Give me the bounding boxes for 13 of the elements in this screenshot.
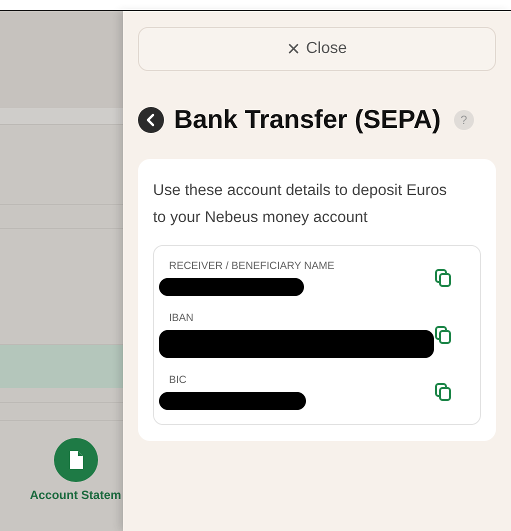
shortcut-label[interactable]: Account Statem [30, 488, 122, 502]
field-label: BIC [168, 374, 188, 386]
copy-icon[interactable] [434, 382, 452, 402]
copy-icon[interactable] [434, 325, 452, 345]
close-button[interactable]: × Close [138, 27, 496, 71]
back-icon[interactable] [138, 106, 164, 132]
document-icon[interactable] [54, 438, 98, 482]
field-label: IBAN [168, 312, 195, 324]
panel-title: Bank Transfer (SEPA) [174, 104, 441, 135]
description-text: Use these account details to deposit Euros to your Nebeus money account [153, 181, 448, 228]
copy-icon[interactable] [434, 268, 452, 288]
help-icon[interactable]: ? [454, 110, 474, 130]
field-label: RECEIVER / BENEFICIARY NAME [168, 260, 334, 272]
